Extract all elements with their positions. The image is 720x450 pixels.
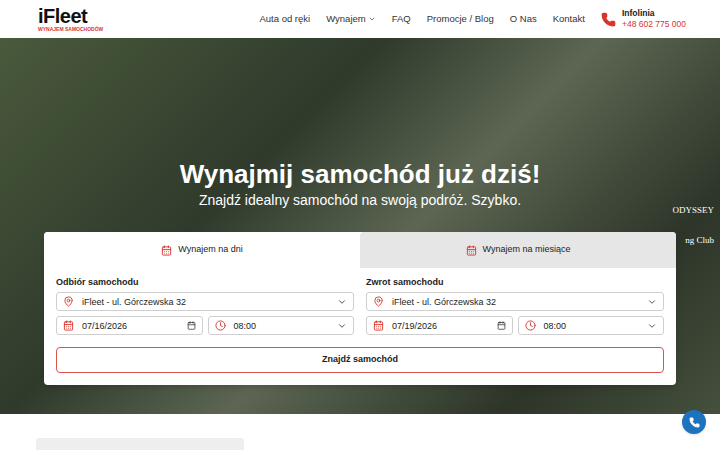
map-pin-icon [63,296,74,307]
search-button[interactable]: Znajdź samochód [56,347,664,373]
return-time-select[interactable]: 08:00 [518,316,665,335]
clock-icon [215,320,226,331]
map-pin-icon [373,296,384,307]
header: iFleetWYNAJEM SAMOCHODÓW Auta od ręki Wyna… [0,0,720,38]
hotline[interactable]: Infolinia+48 602 775 000 [601,8,686,30]
return-label: Zwrot samochodu [366,276,664,289]
search-card: Wynajem na dniWynajem na miesiąceOdbiór … [44,232,676,385]
main-nav: Auta od ręki Wynajem FAQ Promocje / Blog O N… [259,8,686,30]
partners: ODYSSEY ng Club [672,204,714,247]
pickup-time-select[interactable]: 08:00 [208,316,355,335]
nav-item[interactable]: Auta od ręki [259,12,310,26]
chevron-down-icon [647,321,657,331]
return-location-select[interactable]: iFleet - ul. Górczewska 32 [366,292,664,311]
partner-logo: ODYSSEY [672,204,714,218]
call-button[interactable] [682,410,706,434]
hero-subtitle: Znajdź idealny samochód na swoją podróż.… [199,191,521,209]
calendar-icon [373,320,384,331]
calendar-icon [161,245,172,256]
return-column: Zwrot samochodu iFleet - ul. Górczewska 3… [366,276,664,335]
page: iFleetWYNAJEM SAMOCHODÓW Auta od ręki Wyna… [0,0,720,450]
calendar-icon [466,245,477,256]
nav-item[interactable]: Promocje / Blog [427,12,494,26]
date-picker-icon [187,321,196,330]
clock-icon [525,320,536,331]
pickup-label: Odbiór samochodu [56,276,354,289]
tab[interactable]: Wynajem na miesiące [360,232,676,268]
partner-logo: ng Club [685,234,714,248]
phone-icon [601,12,616,27]
hero: ODYSSEY ng Club Wynajmij samochód już dziś… [0,38,720,414]
chevron-down-icon [647,297,657,307]
logo-brand: iFleet [38,6,103,26]
content-card [36,438,244,450]
chevron-down-icon [337,321,347,331]
nav-item[interactable]: Kontakt [553,12,585,26]
pickup-location-select[interactable]: iFleet - ul. Górczewska 32 [56,292,354,311]
nav-item[interactable]: O Nas [510,12,537,26]
logo[interactable]: iFleetWYNAJEM SAMOCHODÓW [38,6,103,32]
phone-icon [689,417,700,428]
return-date-input[interactable]: 07/19/2026 [366,316,513,335]
nav-item[interactable]: FAQ [392,12,411,26]
chevron-down-icon [337,297,347,307]
hotline-number: +48 602 775 000 [622,19,686,30]
search-form: Odbiór samochodu iFleet - ul. Górczewska … [44,268,676,385]
tab[interactable]: Wynajem na dni [44,232,360,268]
logo-tagline: WYNAJEM SAMOCHODÓW [38,26,103,32]
pickup-column: Odbiór samochodu iFleet - ul. Górczewska … [56,276,354,335]
hero-title: Wynajmij samochód już dziś! [180,159,541,189]
dropdown-icon [368,15,376,23]
date-picker-icon [497,321,506,330]
pickup-date-input[interactable]: 07/16/2026 [56,316,203,335]
content [0,414,720,450]
tab-bar: Wynajem na dniWynajem na miesiące [44,232,676,268]
nav-item[interactable]: Wynajem [326,12,376,26]
hotline-label: Infolinia [622,8,686,19]
calendar-icon [63,320,74,331]
